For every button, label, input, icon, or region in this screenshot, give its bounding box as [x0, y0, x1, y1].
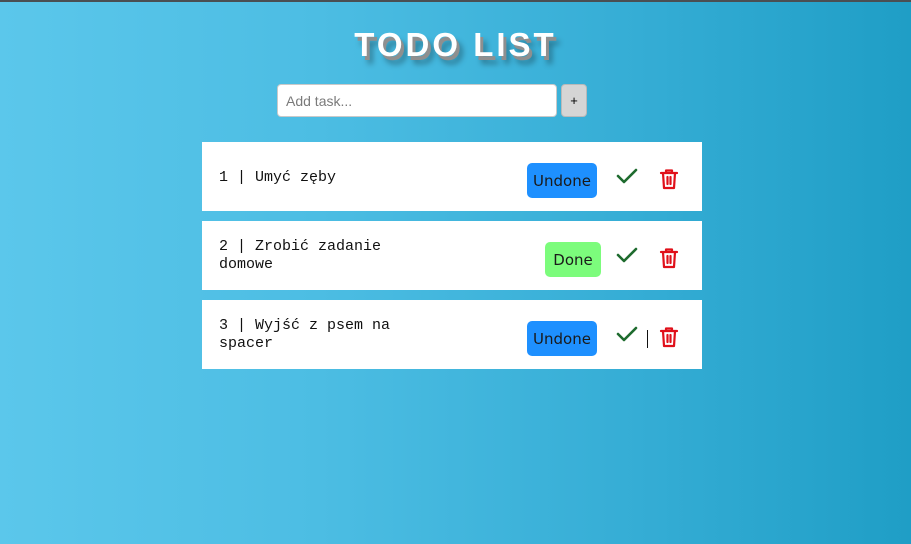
add-task-button[interactable]: + — [561, 84, 587, 117]
task-label: 3 | Wyjść z psem na spacer — [219, 317, 391, 352]
check-icon[interactable] — [615, 322, 639, 346]
status-toggle-button[interactable]: Undone — [527, 321, 597, 356]
add-task-input[interactable] — [277, 84, 557, 117]
check-icon[interactable] — [615, 243, 639, 267]
task-item: 2 | Zrobić zadanie domowe Done — [202, 221, 702, 290]
status-toggle-button[interactable]: Undone — [527, 163, 597, 198]
trash-icon[interactable] — [657, 167, 681, 191]
page-title: TODO LIST — [354, 26, 557, 63]
window-top-border — [0, 0, 911, 2]
task-item: 3 | Wyjść z psem na spacer Undone — [202, 300, 702, 369]
status-toggle-button[interactable]: Done — [545, 242, 601, 277]
trash-icon[interactable] — [657, 246, 681, 270]
task-label: 2 | Zrobić zadanie domowe — [219, 238, 382, 273]
task-label: 1 | Umyć zęby — [219, 169, 337, 186]
check-icon[interactable] — [615, 164, 639, 188]
add-task-form: + — [277, 84, 587, 117]
trash-icon[interactable] — [657, 325, 681, 349]
text-cursor — [647, 330, 648, 348]
task-item: 1 | Umyć zęby Undone — [202, 142, 702, 211]
